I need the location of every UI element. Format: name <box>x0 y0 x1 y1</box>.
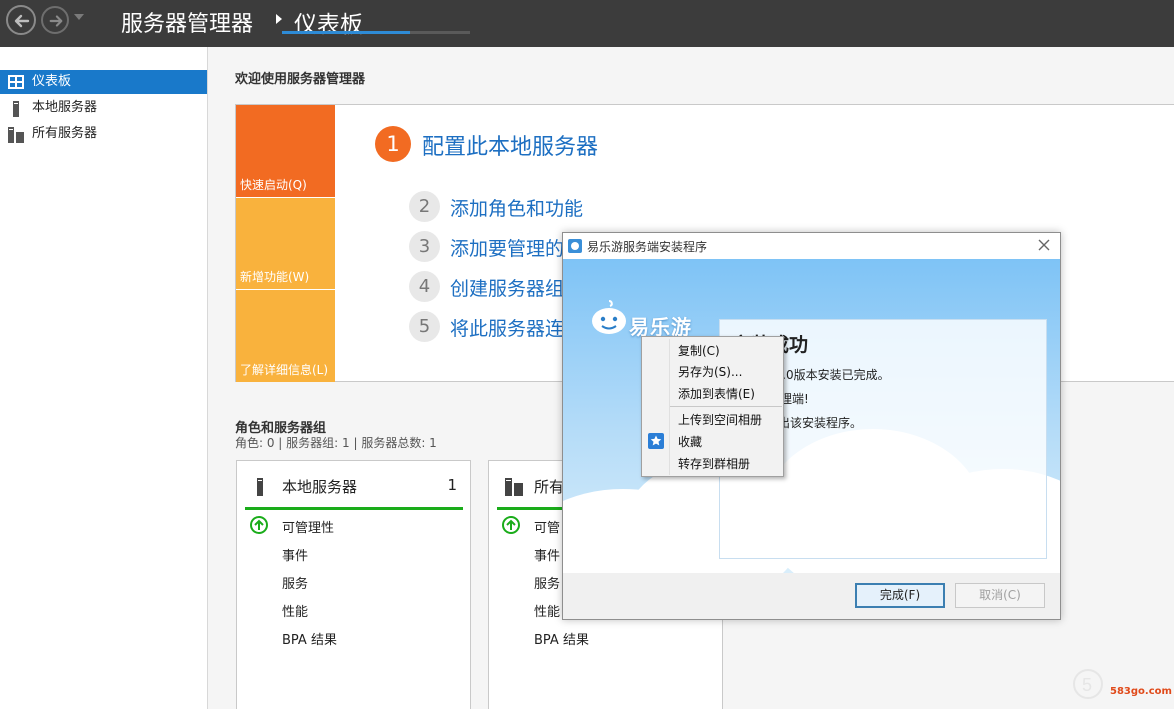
card-row-services[interactable]: 服务 <box>282 573 308 592</box>
installer-app-icon <box>568 239 582 253</box>
dialog-banner: 易乐游 安装成功 端2.2.11.0版本安装已完成。 易乐游管理端! 完成” 退… <box>563 259 1060 573</box>
dialog-footer: 完成(F) 取消(C) <box>563 573 1060 619</box>
servers-icon <box>8 127 24 143</box>
card-row-bpa[interactable]: BPA 结果 <box>534 629 589 648</box>
favorite-star-icon <box>648 433 664 449</box>
dialog-title-bar[interactable]: 易乐游服务端安装程序 <box>563 233 1060 259</box>
card-count: 1 <box>447 476 457 494</box>
tile-whats-new[interactable]: 新增功能(W) <box>236 198 335 289</box>
card-title[interactable]: 本地服务器 <box>282 476 357 497</box>
installer-dialog: 易乐游服务端安装程序 易乐游 安装成功 端2.2.11.0版本安装已完成。 易乐… <box>562 232 1061 620</box>
tile-quick-start[interactable]: 快速启动(Q) <box>236 105 335 197</box>
card-row-manageability[interactable]: 可管 <box>534 517 560 536</box>
refresh-progress-bar <box>282 31 470 34</box>
arrow-up-circle-icon <box>502 516 520 534</box>
menu-separator <box>670 406 782 407</box>
dialog-title: 易乐游服务端安装程序 <box>587 240 708 254</box>
card-row-events[interactable]: 事件 <box>282 545 308 564</box>
card-row-performance[interactable]: 性能 <box>534 601 560 620</box>
step-number-5: 5 <box>409 311 440 342</box>
menu-item-upload-to-album[interactable]: 上传到空间相册 <box>678 411 762 428</box>
step-link-connect-cloud[interactable]: 将此服务器连 <box>450 314 564 341</box>
server-icon <box>257 478 263 496</box>
tile-learn-more[interactable]: 了解详细信息(L) <box>236 290 335 382</box>
step-link-configure-local-server[interactable]: 配置此本地服务器 <box>422 129 598 161</box>
arrow-up-circle-icon <box>250 516 268 534</box>
sidebar-item-label: 所有服务器 <box>32 126 98 141</box>
menu-item-save-to-group-album[interactable]: 转存到群相册 <box>678 455 750 472</box>
welcome-heading: 欢迎使用服务器管理器 <box>235 72 366 87</box>
roles-summary: 角色: 0 | 服务器组: 1 | 服务器总数: 1 <box>235 436 437 450</box>
cancel-button[interactable]: 取消(C) <box>955 583 1045 608</box>
arrow-right-icon <box>49 15 63 27</box>
status-bar <box>245 507 463 510</box>
card-row-performance[interactable]: 性能 <box>282 601 308 620</box>
forward-button[interactable] <box>41 6 69 34</box>
step-link-add-servers[interactable]: 添加要管理的 <box>450 234 564 261</box>
close-icon[interactable] <box>1036 237 1052 253</box>
dashboard-icon <box>8 75 24 89</box>
tile-label: 快速启动(Q) <box>240 178 307 192</box>
watermark-logo-icon: 5 <box>1073 669 1103 699</box>
sidebar-item-label: 本地服务器 <box>32 100 98 115</box>
app-title: 服务器管理器 <box>121 12 254 37</box>
step-number-1: 1 <box>375 126 411 162</box>
title-bar: 服务器管理器 仪表板 <box>0 0 1174 47</box>
finish-button[interactable]: 完成(F) <box>855 583 945 608</box>
menu-icon-gutter <box>669 339 670 475</box>
context-menu: 复制(C) 另存为(S)... 添加到表情(E) 上传到空间相册 收藏 转存到群… <box>641 336 784 477</box>
card-row-manageability[interactable]: 可管理性 <box>282 517 334 536</box>
step-number-2: 2 <box>409 191 440 222</box>
arrow-left-icon <box>14 14 30 28</box>
card-title[interactable]: 所有 <box>534 476 564 497</box>
history-dropdown-icon[interactable] <box>74 14 84 20</box>
step-number-4: 4 <box>409 271 440 302</box>
step-link-add-roles[interactable]: 添加角色和功能 <box>450 194 583 221</box>
sidebar-item-local-server[interactable]: 本地服务器 <box>0 96 207 120</box>
watermark-text: 583go.com <box>1110 686 1172 697</box>
servers-icon <box>505 478 523 496</box>
server-icon <box>13 101 19 117</box>
menu-item-favorite[interactable]: 收藏 <box>678 433 702 450</box>
refresh-progress-fill <box>282 31 410 34</box>
menu-item-copy[interactable]: 复制(C) <box>678 342 720 359</box>
sidebar: 仪表板 本地服务器 所有服务器 <box>0 47 208 709</box>
server-group-card-local: 本地服务器 1 可管理性 事件 服务 性能 BPA 结果 <box>236 460 471 709</box>
logo-icon <box>592 300 626 334</box>
step-number-3: 3 <box>409 231 440 262</box>
card-row-events[interactable]: 事件 <box>534 545 560 564</box>
breadcrumb-separator-icon <box>276 14 282 24</box>
back-button[interactable] <box>6 5 36 35</box>
tile-label: 新增功能(W) <box>240 270 310 284</box>
sidebar-item-dashboard[interactable]: 仪表板 <box>0 70 207 94</box>
sidebar-item-label: 仪表板 <box>32 74 72 89</box>
tile-label: 了解详细信息(L) <box>240 363 329 377</box>
sidebar-item-all-servers[interactable]: 所有服务器 <box>0 122 207 146</box>
svg-text:5: 5 <box>1082 675 1092 695</box>
menu-item-add-to-emoticons[interactable]: 添加到表情(E) <box>678 385 755 402</box>
step-link-create-server-group[interactable]: 创建服务器组 <box>450 274 564 301</box>
menu-item-save-as[interactable]: 另存为(S)... <box>678 363 742 380</box>
card-row-bpa[interactable]: BPA 结果 <box>282 629 337 648</box>
card-row-services[interactable]: 服务 <box>534 573 560 592</box>
